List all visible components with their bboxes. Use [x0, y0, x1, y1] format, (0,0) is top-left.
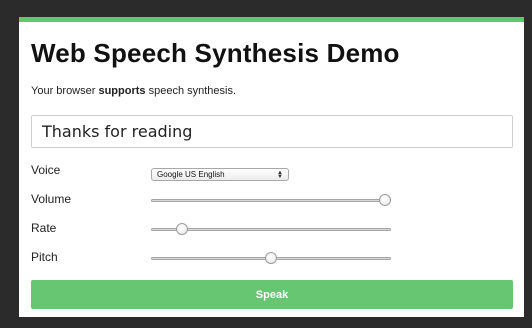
voice-select-value: Google US English [157, 170, 225, 179]
rate-slider-thumb[interactable] [176, 223, 188, 235]
rate-slider[interactable] [151, 223, 391, 235]
volume-slider-thumb[interactable] [379, 194, 391, 206]
pitch-slider-thumb[interactable] [265, 252, 277, 264]
pitch-slider[interactable] [151, 252, 391, 264]
support-message: Your browser supports speech synthesis. [31, 85, 236, 97]
select-arrows-icon: ▲ ▼ [277, 169, 283, 180]
support-suffix: speech synthesis. [148, 85, 237, 97]
demo-panel: Web Speech Synthesis Demo Your browser s… [19, 17, 524, 317]
volume-label: Volume [31, 192, 72, 206]
volume-slider-track [151, 199, 391, 202]
support-prefix: Your browser [31, 85, 96, 97]
rate-label: Rate [31, 221, 57, 235]
speech-text-input[interactable] [31, 115, 513, 148]
voice-select[interactable]: Google US English ▲ ▼ [151, 168, 289, 181]
pitch-label: Pitch [31, 250, 58, 264]
support-emphasis: supports [98, 85, 146, 97]
voice-label: Voice [31, 163, 61, 177]
page-title: Web Speech Synthesis Demo [31, 38, 400, 68]
volume-slider[interactable] [151, 194, 391, 206]
speak-button[interactable]: Speak [31, 280, 513, 309]
